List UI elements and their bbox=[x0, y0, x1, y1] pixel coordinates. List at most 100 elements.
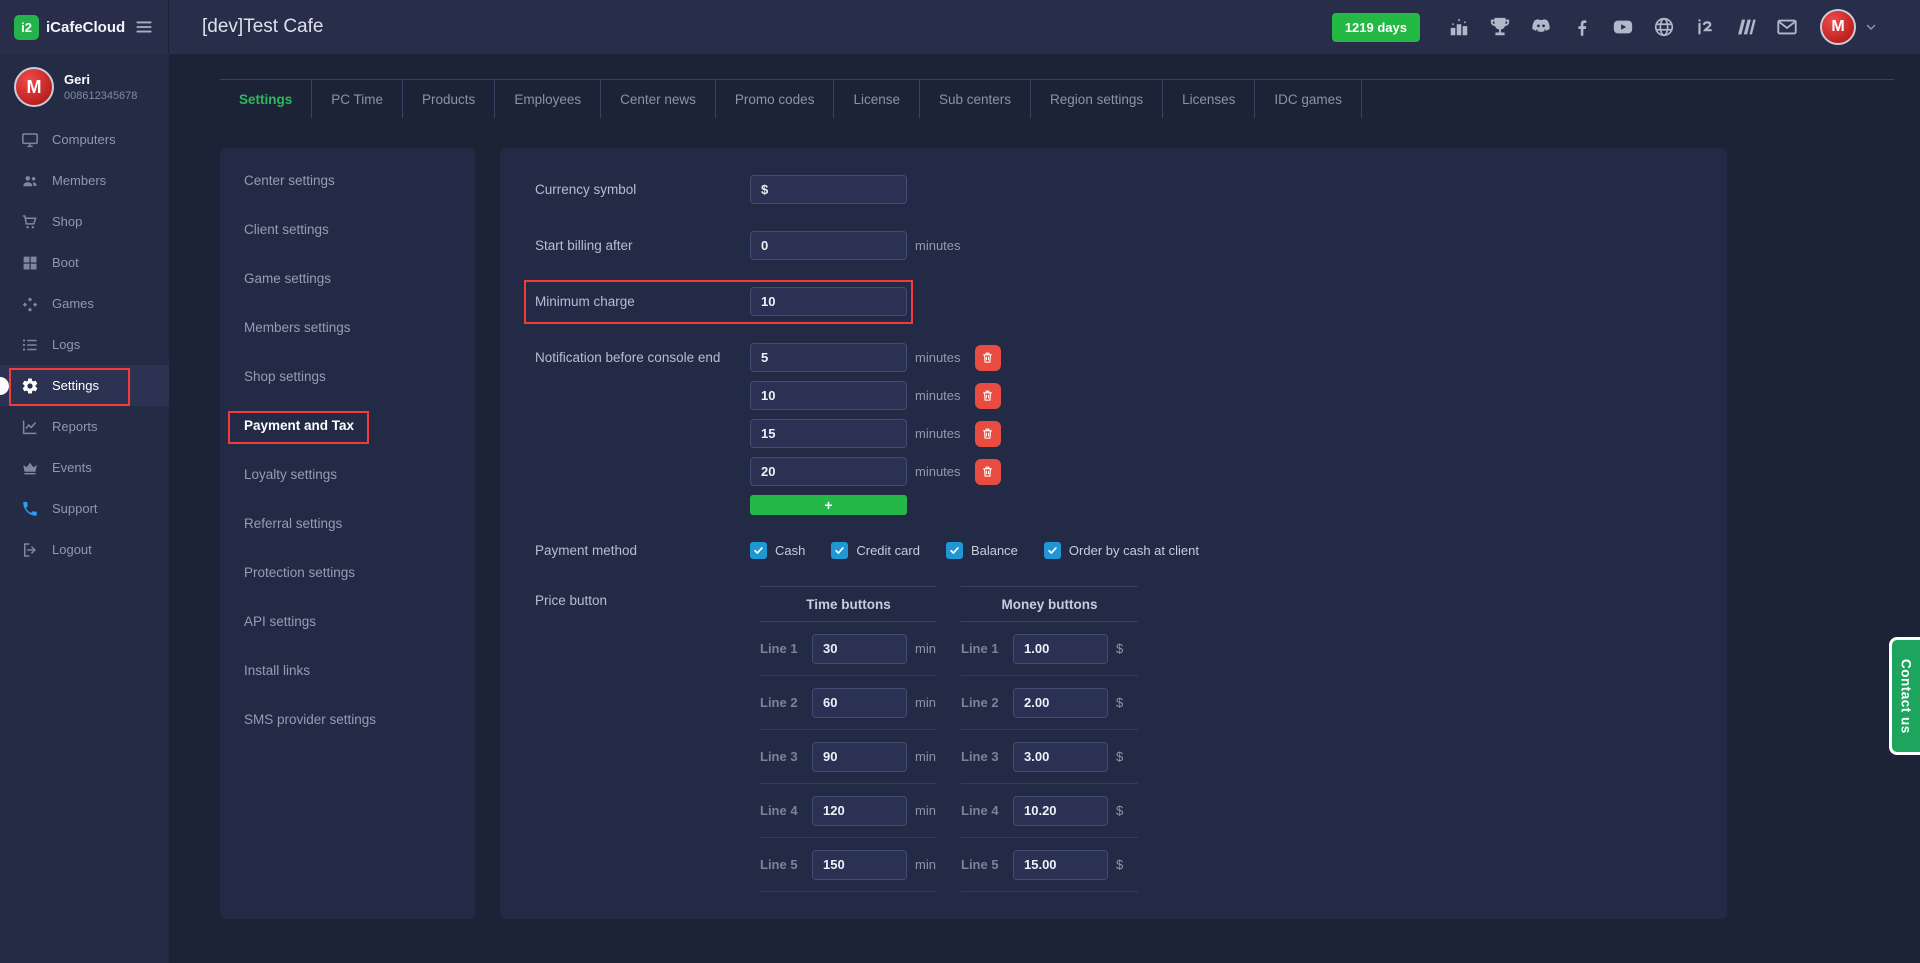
notification-minutes-input[interactable] bbox=[750, 457, 907, 486]
sidebar: M Geri 008612345678 Computers Members Sh… bbox=[0, 54, 169, 963]
money-value-input[interactable] bbox=[1013, 688, 1108, 718]
money-value-input[interactable] bbox=[1013, 634, 1108, 664]
tab-license[interactable]: License bbox=[834, 80, 920, 118]
money-value-input[interactable] bbox=[1013, 796, 1108, 826]
tab-employees[interactable]: Employees bbox=[495, 80, 601, 118]
start-billing-input[interactable] bbox=[750, 231, 907, 260]
tab-region-settings[interactable]: Region settings bbox=[1031, 80, 1163, 118]
dollar-unit: $ bbox=[1116, 641, 1123, 656]
logo[interactable]: i2 iCafeCloud bbox=[0, 0, 169, 54]
sidebar-item-games[interactable]: Games bbox=[0, 283, 169, 324]
min-unit: min bbox=[915, 695, 936, 710]
money-value-input[interactable] bbox=[1013, 850, 1108, 880]
tab-products[interactable]: Products bbox=[403, 80, 495, 118]
globe-icon[interactable] bbox=[1653, 16, 1675, 38]
menu-item-game-settings[interactable]: Game settings bbox=[220, 254, 475, 303]
user-name: Geri bbox=[64, 72, 137, 87]
sidebar-item-events[interactable]: Events bbox=[0, 447, 169, 488]
time-value-input[interactable] bbox=[812, 742, 907, 772]
sidebar-item-computers[interactable]: Computers bbox=[0, 119, 169, 160]
time-buttons-table: Time buttons Line 1 min Line 2 bbox=[760, 586, 937, 892]
time-line-5: Line 5 min bbox=[760, 838, 937, 892]
money-line-2: Line 2 $ bbox=[961, 676, 1138, 730]
menu-item-sms-provider-settings[interactable]: SMS provider settings bbox=[220, 695, 475, 744]
logout-icon bbox=[21, 541, 39, 559]
minutes-unit: minutes bbox=[915, 426, 961, 441]
discord-icon[interactable] bbox=[1530, 16, 1552, 38]
notification-row: Notification before console end minutes bbox=[535, 343, 1727, 515]
time-value-input[interactable] bbox=[812, 850, 907, 880]
sidebar-item-logs[interactable]: Logs bbox=[0, 324, 169, 365]
minimum-charge-row: Minimum charge bbox=[535, 287, 1727, 316]
sidebar-item-shop[interactable]: Shop bbox=[0, 201, 169, 242]
add-notification-button[interactable]: + bbox=[750, 495, 907, 515]
minimum-charge-input[interactable] bbox=[750, 287, 907, 316]
tab-center-news[interactable]: Center news bbox=[601, 80, 716, 118]
ranking-icon[interactable] bbox=[1448, 16, 1470, 38]
delete-notification-button[interactable] bbox=[975, 345, 1001, 371]
tab-sub-centers[interactable]: Sub centers bbox=[920, 80, 1031, 118]
sidebar-item-boot[interactable]: Boot bbox=[0, 242, 169, 283]
sidebar-item-logout[interactable]: Logout bbox=[0, 529, 169, 570]
contact-us-button[interactable]: Contact us bbox=[1889, 637, 1920, 755]
checkbox-cash[interactable]: Cash bbox=[750, 542, 805, 559]
icafecloud-icon[interactable] bbox=[1694, 16, 1716, 38]
tab-bar: SettingsPC TimeProductsEmployeesCenter n… bbox=[220, 79, 1894, 118]
tab-pc-time[interactable]: PC Time bbox=[312, 80, 403, 118]
sidebar-item-reports[interactable]: Reports bbox=[0, 406, 169, 447]
mail-icon[interactable] bbox=[1776, 16, 1798, 38]
min-unit: min bbox=[915, 749, 936, 764]
delete-notification-button[interactable] bbox=[975, 421, 1001, 447]
time-line-3: Line 3 min bbox=[760, 730, 937, 784]
delete-notification-button[interactable] bbox=[975, 383, 1001, 409]
delete-notification-button[interactable] bbox=[975, 459, 1001, 485]
currency-symbol-input[interactable] bbox=[750, 175, 907, 204]
menu-item-members-settings[interactable]: Members settings bbox=[220, 303, 475, 352]
chevron-down-icon[interactable] bbox=[1864, 20, 1878, 34]
checked-checkbox-icon bbox=[1044, 542, 1061, 559]
notification-minutes-input[interactable] bbox=[750, 381, 907, 410]
hamburger-menu-icon[interactable] bbox=[134, 17, 154, 37]
tab-promo-codes[interactable]: Promo codes bbox=[716, 80, 835, 118]
time-value-input[interactable] bbox=[812, 634, 907, 664]
money-line-4: Line 4 $ bbox=[961, 784, 1138, 838]
menu-item-referral-settings[interactable]: Referral settings bbox=[220, 499, 475, 548]
money-value-input[interactable] bbox=[1013, 742, 1108, 772]
checkbox-balance[interactable]: Balance bbox=[946, 542, 1018, 559]
sidebar-item-members[interactable]: Members bbox=[0, 160, 169, 201]
tab-licenses[interactable]: Licenses bbox=[1163, 80, 1255, 118]
notification-minutes-input[interactable] bbox=[750, 419, 907, 448]
time-line-4: Line 4 min bbox=[760, 784, 937, 838]
menu-item-shop-settings[interactable]: Shop settings bbox=[220, 352, 475, 401]
trophy-icon[interactable] bbox=[1489, 16, 1511, 38]
currency-symbol-row: Currency symbol bbox=[535, 175, 1727, 204]
cart-icon bbox=[21, 213, 39, 231]
money-buttons-table: Money buttons Line 1 $ Line 2 bbox=[961, 586, 1138, 892]
sidebar-item-support[interactable]: Support bbox=[0, 488, 169, 529]
time-value-input[interactable] bbox=[812, 796, 907, 826]
header-social-icons bbox=[1448, 16, 1798, 38]
tab-idc-games[interactable]: IDC games bbox=[1255, 80, 1362, 118]
menu-item-protection-settings[interactable]: Protection settings bbox=[220, 548, 475, 597]
notification-minutes-input[interactable] bbox=[750, 343, 907, 372]
checked-checkbox-icon bbox=[946, 542, 963, 559]
layers-icon[interactable] bbox=[1735, 16, 1757, 38]
facebook-icon[interactable] bbox=[1571, 16, 1593, 38]
time-value-input[interactable] bbox=[812, 688, 907, 718]
days-badge[interactable]: 1219 days bbox=[1332, 13, 1420, 42]
notification-row-5: minutes bbox=[750, 343, 1001, 372]
menu-item-client-settings[interactable]: Client settings bbox=[220, 205, 475, 254]
account-avatar[interactable]: M bbox=[1820, 9, 1856, 45]
people-icon bbox=[21, 172, 39, 190]
youtube-icon[interactable] bbox=[1612, 16, 1634, 38]
menu-item-api-settings[interactable]: API settings bbox=[220, 597, 475, 646]
menu-item-loyalty-settings[interactable]: Loyalty settings bbox=[220, 450, 475, 499]
tab-settings[interactable]: Settings bbox=[220, 80, 312, 118]
minutes-unit: minutes bbox=[915, 464, 961, 479]
menu-item-install-links[interactable]: Install links bbox=[220, 646, 475, 695]
menu-item-center-settings[interactable]: Center settings bbox=[220, 156, 475, 205]
checkbox-credit-card[interactable]: Credit card bbox=[831, 542, 920, 559]
menu-item-payment-and-tax[interactable]: Payment and Tax bbox=[220, 401, 475, 450]
sidebar-item-settings[interactable]: Settings bbox=[0, 365, 169, 406]
checkbox-order-by-cash-at-client[interactable]: Order by cash at client bbox=[1044, 542, 1199, 559]
